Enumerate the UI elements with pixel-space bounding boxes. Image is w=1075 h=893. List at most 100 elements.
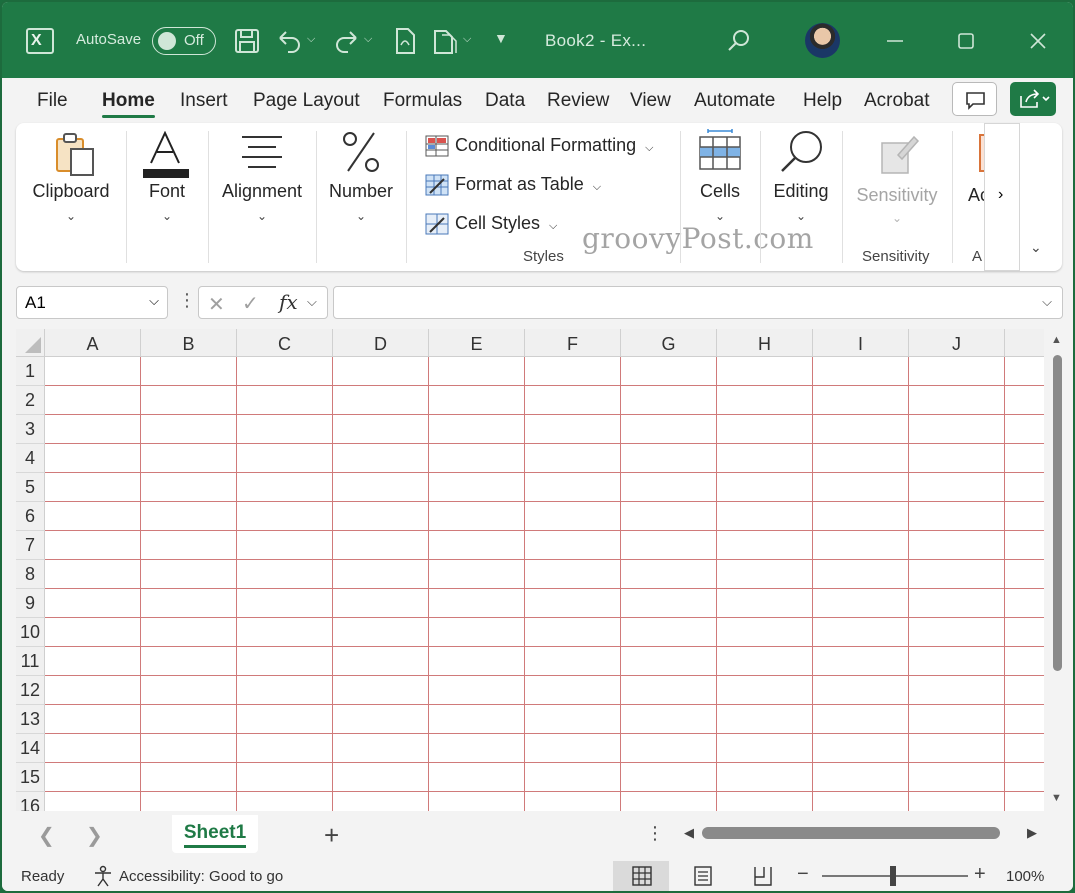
more-options-icon[interactable]: ⋮: [178, 290, 196, 311]
scroll-down-icon[interactable]: ▼: [1051, 792, 1062, 804]
scroll-up-icon[interactable]: ▲: [1051, 334, 1062, 346]
row-header-16[interactable]: 16: [16, 792, 45, 811]
alignment-group[interactable]: Alignment ⌄: [208, 123, 316, 271]
page-layout-view-button[interactable]: [674, 861, 730, 891]
redo-icon[interactable]: [332, 26, 362, 56]
tab-help[interactable]: Help: [803, 90, 842, 112]
worksheet-grid[interactable]: ABCDEFGHIJ 1 2 3 4 5 6 7 8 9 10 11 12 13 14 15 16: [16, 329, 1044, 811]
scroll-right-icon[interactable]: ▶: [1027, 825, 1037, 841]
row-header-9[interactable]: 9: [16, 589, 45, 618]
search-icon[interactable]: [724, 26, 754, 56]
row-header-10[interactable]: 10: [16, 618, 45, 647]
column-header-c[interactable]: C: [237, 329, 333, 357]
zoom-out-icon[interactable]: −: [797, 863, 809, 886]
previous-sheet-icon[interactable]: ❮: [38, 823, 55, 848]
pdf-share-icon[interactable]: [430, 26, 460, 56]
column-header-b[interactable]: B: [141, 329, 237, 357]
name-box[interactable]: A1 ⌵: [16, 286, 168, 319]
pdf-create-icon[interactable]: [390, 26, 420, 56]
row-header-7[interactable]: 7: [16, 531, 45, 560]
tab-insert[interactable]: Insert: [180, 90, 228, 112]
row-header-3[interactable]: 3: [16, 415, 45, 444]
page-break-view-button[interactable]: [734, 861, 790, 891]
maximize-icon[interactable]: [951, 26, 981, 56]
cell-styles-button[interactable]: Cell Styles ⌵: [425, 213, 557, 235]
sheet-tab-sheet1[interactable]: Sheet1: [172, 815, 258, 853]
normal-view-button[interactable]: [613, 861, 669, 891]
horizontal-scroll-thumb[interactable]: [702, 827, 1000, 839]
tab-data[interactable]: Data: [485, 90, 525, 112]
font-group[interactable]: Font ⌄: [126, 123, 208, 271]
column-header-a[interactable]: A: [45, 329, 141, 357]
column-header-h[interactable]: H: [717, 329, 813, 357]
user-avatar[interactable]: [805, 23, 840, 58]
accessibility-status[interactable]: Accessibility: Good to go: [119, 868, 283, 885]
vertical-scrollbar[interactable]: ▲ ▼: [1046, 329, 1068, 811]
undo-dropdown-icon[interactable]: ⌵: [307, 33, 315, 46]
tab-acrobat[interactable]: Acrobat: [864, 90, 929, 112]
row-header-13[interactable]: 13: [16, 705, 45, 734]
insert-function-icon[interactable]: fx: [279, 290, 298, 314]
tab-automate[interactable]: Automate: [694, 90, 775, 112]
format-as-table-button[interactable]: Format as Table ⌵: [425, 174, 601, 196]
zoom-level[interactable]: 100%: [1006, 868, 1044, 885]
cells-group[interactable]: Cells ⌄: [680, 123, 760, 271]
row-header-15[interactable]: 15: [16, 763, 45, 792]
addins-group[interactable]: Ac A: [952, 123, 984, 271]
formula-input[interactable]: ⌵: [333, 286, 1063, 319]
row-header-6[interactable]: 6: [16, 502, 45, 531]
enter-icon[interactable]: ✓: [242, 291, 259, 316]
next-sheet-icon[interactable]: ❯: [86, 823, 103, 848]
chevron-down-icon: ⌄: [65, 209, 77, 223]
undo-icon[interactable]: [274, 26, 304, 56]
row-header-14[interactable]: 14: [16, 734, 45, 763]
column-header-partial[interactable]: [1005, 329, 1044, 357]
pdf-dropdown-icon[interactable]: ⌵: [463, 33, 471, 46]
zoom-slider-thumb[interactable]: [890, 866, 896, 886]
scroll-thumb[interactable]: [1053, 355, 1062, 671]
redo-dropdown-icon[interactable]: ⌵: [364, 33, 372, 46]
close-icon[interactable]: [1023, 26, 1053, 56]
expand-formula-bar-icon[interactable]: ⌵: [1042, 294, 1052, 310]
tab-formulas[interactable]: Formulas: [383, 90, 462, 112]
tab-view[interactable]: View: [630, 90, 671, 112]
row-header-5[interactable]: 5: [16, 473, 45, 502]
sensitivity-label: Sensitivity: [856, 185, 938, 205]
row-header-11[interactable]: 11: [16, 647, 45, 676]
row-header-4[interactable]: 4: [16, 444, 45, 473]
tab-file[interactable]: File: [37, 90, 68, 112]
editing-group[interactable]: Editing ⌄: [760, 123, 842, 271]
tab-page-layout[interactable]: Page Layout: [253, 90, 360, 112]
row-header-8[interactable]: 8: [16, 560, 45, 589]
column-header-g[interactable]: G: [621, 329, 717, 357]
add-sheet-icon[interactable]: +: [324, 820, 339, 851]
row-header-2[interactable]: 2: [16, 386, 45, 415]
cell-area[interactable]: [45, 357, 1044, 811]
column-header-j[interactable]: J: [909, 329, 1005, 357]
column-header-d[interactable]: D: [333, 329, 429, 357]
cancel-icon[interactable]: ✕: [208, 292, 225, 317]
minimize-icon[interactable]: [880, 26, 910, 56]
more-sheets-icon[interactable]: ⋮: [646, 823, 664, 844]
zoom-in-icon[interactable]: +: [974, 863, 986, 886]
customize-toolbar-icon[interactable]: ▼: [494, 30, 508, 46]
row-header-1[interactable]: 1: [16, 357, 45, 386]
autosave-toggle[interactable]: Off: [152, 27, 216, 55]
scroll-left-icon[interactable]: ◀: [684, 825, 694, 841]
chevron-down-icon[interactable]: ⌵: [307, 294, 317, 310]
save-icon[interactable]: [232, 26, 262, 56]
tab-review[interactable]: Review: [547, 90, 609, 112]
column-header-e[interactable]: E: [429, 329, 525, 357]
row-header-12[interactable]: 12: [16, 676, 45, 705]
conditional-formatting-button[interactable]: Conditional Formatting ⌵: [425, 135, 653, 157]
select-all-button[interactable]: [16, 329, 45, 357]
column-header-f[interactable]: F: [525, 329, 621, 357]
tab-home[interactable]: Home: [102, 90, 155, 118]
number-group[interactable]: Number ⌄: [316, 123, 406, 271]
clipboard-group[interactable]: Clipboard ⌄: [16, 123, 126, 271]
comments-button[interactable]: [952, 82, 997, 116]
share-button[interactable]: [1010, 82, 1056, 116]
ribbon-display-options-icon[interactable]: ⌄: [1030, 239, 1042, 256]
ribbon-scroll-right-button[interactable]: ›: [984, 123, 1020, 271]
column-header-i[interactable]: I: [813, 329, 909, 357]
